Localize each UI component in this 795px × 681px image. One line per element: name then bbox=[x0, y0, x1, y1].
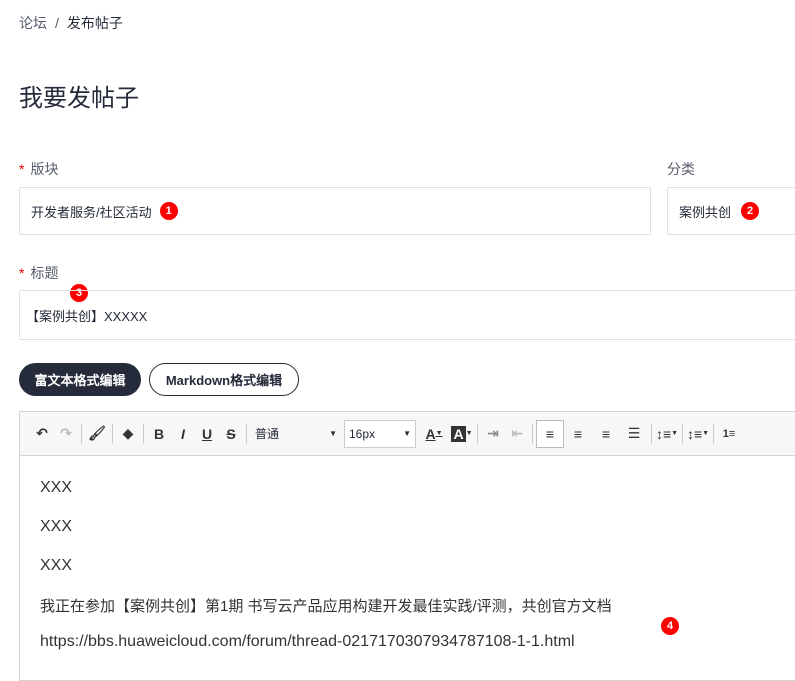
justify-icon[interactable]: ☰ bbox=[620, 422, 648, 446]
line-height-icon[interactable]: ↕≡ ▼ bbox=[655, 422, 679, 446]
marker-badge: 2 bbox=[741, 202, 760, 220]
label-text: 标题 bbox=[30, 265, 59, 281]
divider bbox=[651, 423, 652, 444]
breadcrumb-current: 发布帖子 bbox=[66, 15, 123, 31]
divider bbox=[477, 423, 478, 444]
align-left-icon[interactable]: ≡ bbox=[536, 419, 564, 448]
section-select[interactable]: 开发者服务/社区活动 1 bbox=[19, 187, 651, 235]
required-mark: * bbox=[19, 161, 25, 177]
eraser-icon[interactable]: ◆ bbox=[116, 422, 140, 446]
paragraph-format-value: 普通 bbox=[255, 427, 280, 441]
marker-badge: 4 bbox=[661, 617, 679, 635]
paragraph-spacing-icon[interactable]: ↕≡ ▼ bbox=[686, 422, 710, 446]
label-text: 版块 bbox=[30, 161, 59, 177]
markdown-mode-button[interactable]: Markdown格式编辑 bbox=[149, 363, 299, 396]
divider bbox=[246, 423, 247, 444]
category-select[interactable]: 案例共创 2 bbox=[667, 187, 795, 235]
required-mark: * bbox=[19, 265, 25, 281]
divider bbox=[81, 423, 82, 444]
font-color-glyph: A bbox=[425, 425, 436, 442]
ordered-list-icon[interactable]: 1≡ bbox=[717, 422, 741, 446]
breadcrumb: 论坛 / 发布帖子 bbox=[19, 13, 123, 33]
font-color-icon[interactable]: A ▼ bbox=[422, 422, 446, 446]
content-line: XXX bbox=[40, 557, 73, 574]
section-value: 开发者服务/社区活动 bbox=[31, 204, 152, 220]
undo-icon[interactable]: ↶ bbox=[30, 422, 54, 446]
redo-icon[interactable]: ↷ bbox=[54, 422, 78, 446]
title-label: * 标题 bbox=[19, 263, 58, 283]
bg-color-glyph: A bbox=[451, 425, 466, 442]
rich-text-mode-button[interactable]: 富文本格式编辑 bbox=[19, 363, 141, 396]
chevron-down-icon: ▼ bbox=[329, 429, 337, 438]
align-right-icon[interactable]: ≡ bbox=[592, 422, 620, 446]
editor-toolbar: ↶ ↷ 🖌︎ ◆ B I U S 普通 ▼ 16px ▼ A ▼ A ▼ ⇥ ⇤ ≡ ≡… bbox=[20, 412, 795, 456]
category-label: 分类 bbox=[667, 161, 695, 177]
chevron-down-icon: ▼ bbox=[403, 429, 411, 438]
divider bbox=[112, 423, 113, 444]
title-value: 【案例共创】XXXXX bbox=[26, 308, 148, 324]
content-line: XXX bbox=[40, 518, 73, 535]
divider bbox=[143, 423, 144, 444]
content-line: https://bbs.huaweicloud.com/forum/thread… bbox=[40, 633, 575, 650]
title-input[interactable]: 【案例共创】XXXXX bbox=[19, 290, 795, 340]
marker-badge: 1 bbox=[159, 202, 178, 220]
font-size-select[interactable]: 16px ▼ bbox=[344, 419, 416, 448]
divider bbox=[532, 423, 533, 444]
strikethrough-icon[interactable]: S bbox=[219, 422, 243, 446]
align-center-icon[interactable]: ≡ bbox=[564, 422, 592, 446]
section-label: * 版块 bbox=[19, 159, 58, 179]
italic-icon[interactable]: I bbox=[171, 422, 195, 446]
content-line: XXX bbox=[40, 479, 73, 496]
content-line: 我正在参加【案例共创】第1期 书写云产品应用构建开发最佳实践/评测，共创官方文档 bbox=[40, 598, 612, 615]
format-painter-icon[interactable]: 🖌︎ bbox=[85, 422, 109, 446]
paragraph-format-select[interactable]: 普通 ▼ bbox=[250, 420, 342, 448]
breadcrumb-separator: / bbox=[55, 15, 59, 31]
breadcrumb-forum[interactable]: 论坛 bbox=[19, 15, 47, 31]
category-value: 案例共创 bbox=[679, 204, 732, 220]
divider bbox=[682, 423, 683, 444]
background-color-icon[interactable]: A ▼ bbox=[450, 422, 474, 446]
divider bbox=[713, 423, 714, 444]
underline-icon[interactable]: U bbox=[195, 422, 219, 446]
bold-icon[interactable]: B bbox=[147, 422, 171, 446]
indent-icon[interactable]: ⇥ bbox=[481, 422, 505, 446]
outdent-icon[interactable]: ⇤ bbox=[505, 422, 529, 446]
page-title: 我要发帖子 bbox=[19, 85, 139, 112]
font-size-value: 16px bbox=[349, 426, 376, 441]
rich-text-editor: ↶ ↷ 🖌︎ ◆ B I U S 普通 ▼ 16px ▼ A ▼ A ▼ ⇥ ⇤ ≡ ≡… bbox=[19, 411, 795, 681]
